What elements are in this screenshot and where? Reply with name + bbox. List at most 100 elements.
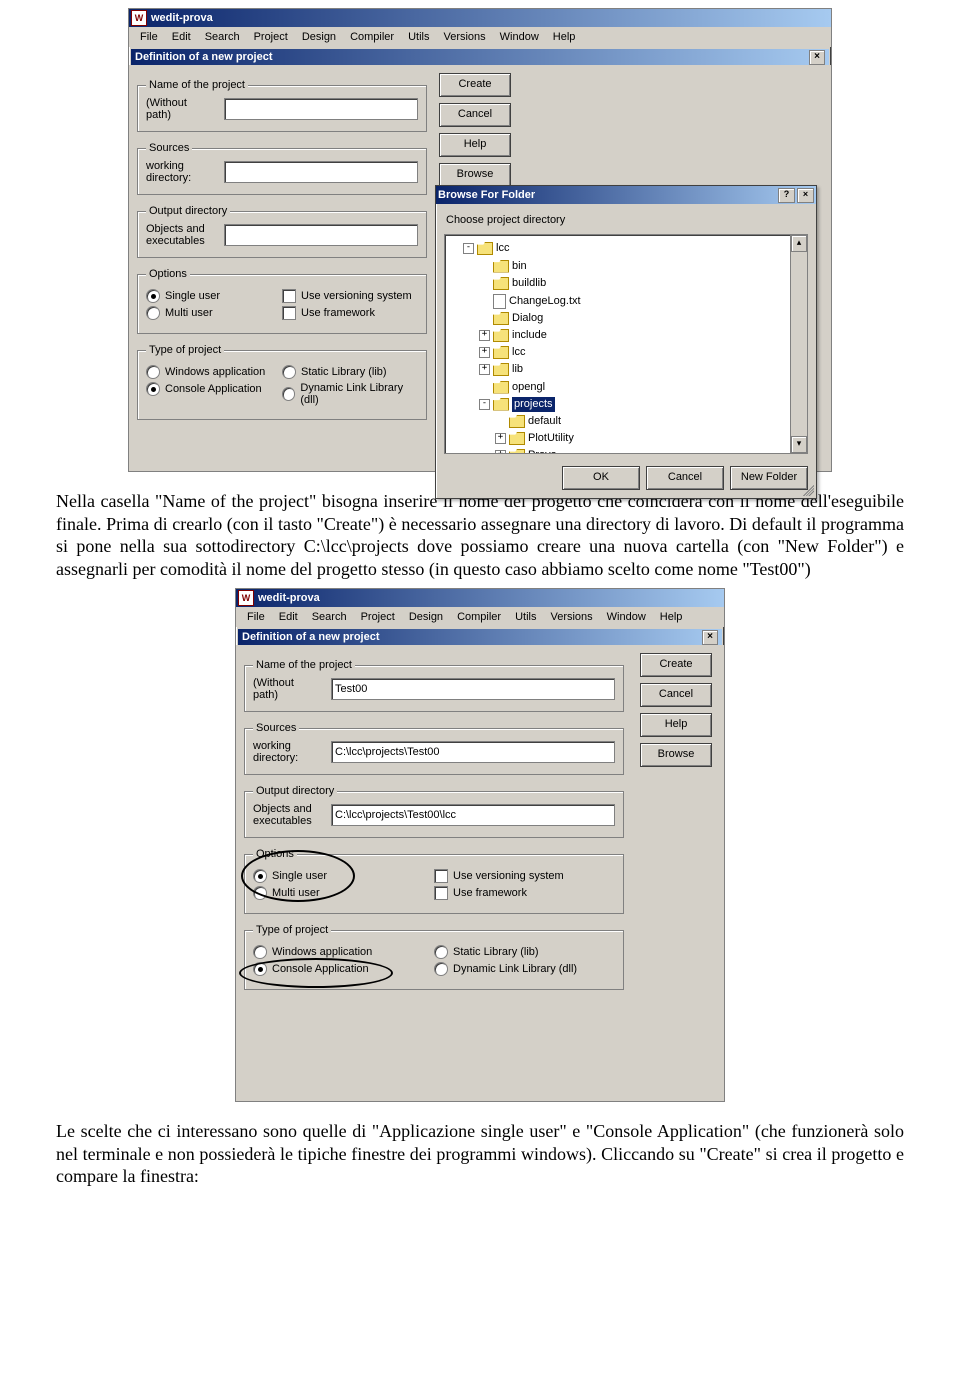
radio-multi-user[interactable] <box>146 306 160 320</box>
tree-expand-icon[interactable]: + <box>495 433 506 444</box>
radio-single-user[interactable] <box>146 289 160 303</box>
tree-scrollbar[interactable]: ▴ ▾ <box>790 235 807 453</box>
resize-grip-icon[interactable] <box>800 482 814 496</box>
group-sources-2: Sources working directory: <box>244 722 624 775</box>
menu-file[interactable]: File <box>240 609 272 625</box>
output-dir-input[interactable] <box>224 224 418 246</box>
menu-search[interactable]: Search <box>305 609 354 625</box>
tree-root[interactable]: lcc <box>496 241 509 256</box>
project-name-input[interactable] <box>331 678 615 700</box>
bff-titlebar[interactable]: Browse For Folder ? × <box>436 186 816 204</box>
tree-item[interactable]: bin <box>512 259 527 274</box>
titlebar-2[interactable]: W wedit-prova <box>236 589 724 607</box>
menu-utils[interactable]: Utils <box>401 29 436 45</box>
radio-windows-app-label: Windows application <box>165 366 265 378</box>
sources-dir-input[interactable] <box>331 741 615 763</box>
scroll-up-icon[interactable]: ▴ <box>791 235 807 252</box>
menu-compiler[interactable]: Compiler <box>343 29 401 45</box>
radio-console-app-label: Console Application <box>165 383 262 395</box>
check-framework-label: Use framework <box>301 307 375 319</box>
radio-multi-user[interactable] <box>253 886 267 900</box>
create-button[interactable]: Create <box>640 653 712 677</box>
check-framework[interactable] <box>282 306 296 320</box>
radio-dll-label: Dynamic Link Library (dll) <box>300 382 418 406</box>
tree-item[interactable]: default <box>528 414 561 429</box>
tree-expand-icon[interactable]: + <box>495 450 506 454</box>
tree-expand-icon[interactable]: - <box>463 243 474 254</box>
menu-versions[interactable]: Versions <box>436 29 492 45</box>
radio-single-user[interactable] <box>253 869 267 883</box>
close-icon[interactable]: × <box>702 630 718 645</box>
tree-item[interactable]: lib <box>512 362 523 377</box>
menu-project[interactable]: Project <box>247 29 295 45</box>
check-versioning[interactable] <box>434 869 448 883</box>
project-name-input[interactable] <box>224 98 418 120</box>
browse-button[interactable]: Browse <box>640 743 712 767</box>
browse-button[interactable]: Browse <box>439 163 511 187</box>
help-button[interactable]: Help <box>640 713 712 737</box>
radio-console-app[interactable] <box>146 382 160 396</box>
menubar-2: File Edit Search Project Design Compiler… <box>236 607 724 627</box>
menu-window[interactable]: Window <box>493 29 546 45</box>
group-output-legend: Output directory <box>146 205 230 217</box>
tree-expand-icon[interactable]: + <box>479 330 490 341</box>
tree-item[interactable]: Dialog <box>512 311 543 326</box>
titlebar[interactable]: W wedit-prova <box>129 9 831 27</box>
folder-icon <box>493 329 509 342</box>
output-dir-input[interactable] <box>331 804 615 826</box>
radio-dll[interactable] <box>282 387 295 401</box>
menu-help[interactable]: Help <box>546 29 583 45</box>
check-versioning[interactable] <box>282 289 296 303</box>
tree-item[interactable]: opengl <box>512 380 545 395</box>
bff-newfolder-button[interactable]: New Folder <box>730 466 808 490</box>
bff-close-icon[interactable]: × <box>797 188 814 203</box>
right-button-column: Create Cancel Help Browse <box>439 73 511 187</box>
menu-help[interactable]: Help <box>653 609 690 625</box>
create-button[interactable]: Create <box>439 73 511 97</box>
menu-project[interactable]: Project <box>354 609 402 625</box>
menu-design[interactable]: Design <box>402 609 450 625</box>
tree-item[interactable]: ChangeLog.txt <box>509 294 581 309</box>
bff-help-icon[interactable]: ? <box>778 188 795 203</box>
menu-utils[interactable]: Utils <box>508 609 543 625</box>
menu-versions[interactable]: Versions <box>543 609 599 625</box>
tree-expand-icon[interactable]: - <box>479 399 490 410</box>
radio-static-lib[interactable] <box>282 365 296 379</box>
folder-icon <box>493 363 509 376</box>
sources-dir-input[interactable] <box>224 161 418 183</box>
menu-search[interactable]: Search <box>198 29 247 45</box>
tree-item[interactable]: lcc <box>512 345 525 360</box>
tree-expand-icon[interactable]: + <box>479 364 490 375</box>
group-type: Type of project Windows application Cons… <box>137 344 427 420</box>
menu-edit[interactable]: Edit <box>165 29 198 45</box>
menu-file[interactable]: File <box>133 29 165 45</box>
bff-ok-button[interactable]: OK <box>562 466 640 490</box>
close-icon[interactable]: × <box>809 50 825 65</box>
check-framework[interactable] <box>434 886 448 900</box>
folder-icon <box>493 312 509 325</box>
tree-expand-icon[interactable]: + <box>479 347 490 358</box>
radio-dll[interactable] <box>434 962 448 976</box>
cancel-button[interactable]: Cancel <box>439 103 511 127</box>
tree-item[interactable]: buildlib <box>512 276 546 291</box>
group-type-legend: Type of project <box>146 344 224 356</box>
cancel-button[interactable]: Cancel <box>640 683 712 707</box>
tree-item[interactable]: include <box>512 328 547 343</box>
tree-item[interactable]: PlotUtility <box>528 431 574 446</box>
radio-windows-app[interactable] <box>253 945 267 959</box>
group-name-legend: Name of the project <box>253 659 355 671</box>
tree-item[interactable]: projects <box>512 397 555 412</box>
menu-compiler[interactable]: Compiler <box>450 609 508 625</box>
sources-label: working directory: <box>146 160 218 184</box>
radio-windows-app[interactable] <box>146 365 160 379</box>
scroll-down-icon[interactable]: ▾ <box>791 436 807 453</box>
menu-design[interactable]: Design <box>295 29 343 45</box>
menu-edit[interactable]: Edit <box>272 609 305 625</box>
radio-console-app[interactable] <box>253 962 267 976</box>
radio-static-lib[interactable] <box>434 945 448 959</box>
tree-item[interactable]: Prova <box>528 448 557 454</box>
bff-cancel-button[interactable]: Cancel <box>646 466 724 490</box>
menu-window[interactable]: Window <box>600 609 653 625</box>
help-button[interactable]: Help <box>439 133 511 157</box>
folder-tree[interactable]: ▴ ▾ -lccbinbuildlibChangeLog.txtDialog+i… <box>444 234 808 454</box>
